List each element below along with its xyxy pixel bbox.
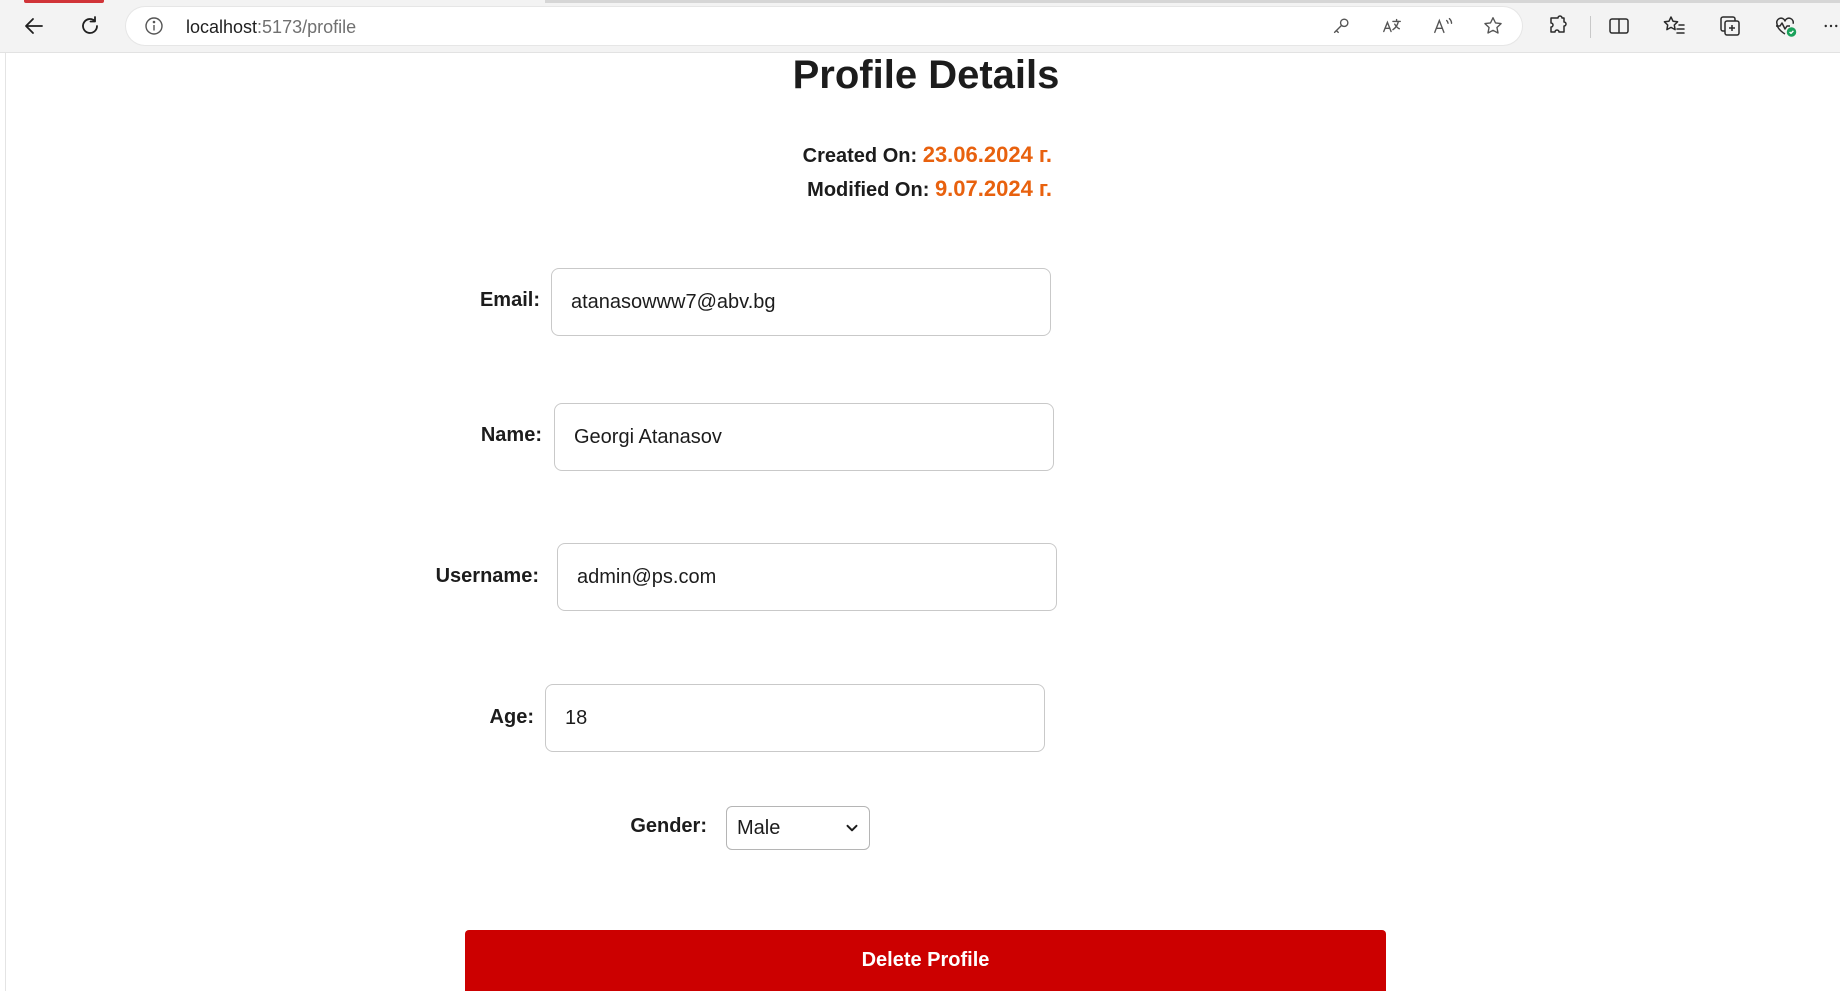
- info-icon[interactable]: [144, 16, 164, 36]
- username-label: Username:: [435, 565, 539, 587]
- active-tab-indicator: [24, 0, 104, 3]
- email-label: Email:: [479, 289, 540, 311]
- page-left-border: [5, 53, 6, 991]
- gender-select[interactable]: Male: [726, 806, 870, 850]
- created-on-label: Created On:: [802, 145, 918, 167]
- page-title: Profile Details: [792, 53, 1060, 97]
- created-on-value: 23.06.2024 г.: [922, 142, 1052, 167]
- refresh-icon[interactable]: [72, 8, 108, 44]
- created-on-line: Created On: 23.06.2024 г.: [780, 142, 1052, 168]
- read-aloud-icon[interactable]: [1432, 15, 1454, 37]
- url-host: localhost: [186, 17, 258, 37]
- browser-toolbar: localhost:5173/profile: [0, 0, 1840, 53]
- profile-page: Profile Details Created On: 23.06.2024 г…: [0, 53, 1840, 991]
- browser-essentials-icon[interactable]: [1771, 12, 1799, 40]
- toolbar-separator: [1590, 16, 1591, 38]
- modified-on-line: Modified On: 9.07.2024 г.: [780, 176, 1052, 202]
- translate-icon[interactable]: [1381, 15, 1403, 37]
- favorites-list-icon[interactable]: [1660, 12, 1688, 40]
- key-icon[interactable]: [1330, 15, 1352, 37]
- split-screen-icon[interactable]: [1605, 12, 1633, 40]
- name-input[interactable]: [554, 403, 1054, 471]
- puzzle-icon[interactable]: [1544, 12, 1572, 40]
- modified-on-label: Modified On:: [807, 179, 930, 201]
- back-arrow-icon[interactable]: [16, 8, 52, 44]
- chevron-down-icon: [846, 824, 858, 832]
- modified-on-value: 9.07.2024 г.: [934, 176, 1052, 201]
- url-text[interactable]: localhost:5173/profile: [186, 17, 356, 38]
- delete-profile-button[interactable]: Delete Profile: [465, 930, 1386, 991]
- age-label: Age:: [489, 706, 534, 728]
- email-input[interactable]: [551, 268, 1051, 336]
- age-input[interactable]: [545, 684, 1045, 752]
- gender-selected-value: Male: [737, 816, 781, 839]
- username-input[interactable]: [557, 543, 1057, 611]
- name-label: Name:: [480, 424, 542, 446]
- tab-strip-edge: [545, 0, 1840, 3]
- star-icon[interactable]: [1482, 15, 1504, 37]
- url-path: :5173/profile: [257, 17, 357, 37]
- collections-icon[interactable]: [1716, 12, 1744, 40]
- address-bar[interactable]: localhost:5173/profile: [126, 7, 1522, 45]
- more-icon[interactable]: [1822, 12, 1840, 40]
- gender-label: Gender:: [630, 815, 707, 837]
